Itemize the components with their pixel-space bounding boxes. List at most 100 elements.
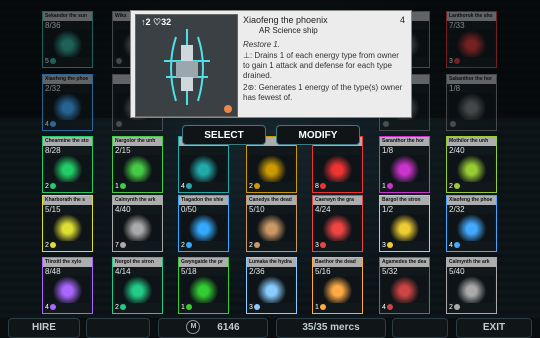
merc-card[interactable]: Chearmine the sto 8/28 2 [42,136,93,193]
merc-art-icon [449,93,494,120]
merc-detail-ability: Restore 1. [243,40,280,49]
merc-card[interactable]: Xiaofeng the phoe 2/32 4 [42,74,93,131]
merc-card-name: Sabanthor the hor [447,75,496,84]
merc-art-icon [249,155,294,182]
merc-card-name: Mothilor the unh [447,137,496,146]
merc-card[interactable]: Saranthor the hor 1/8 1 [379,136,430,193]
ability-line-2: 2⊛: Generates 1 energy of the type(s) ow… [243,83,403,102]
merc-card[interactable]: Kharborath the s 5/15 2 [42,195,93,252]
merc-card-cost: 4 [45,121,56,129]
merc-card[interactable]: Nargolor the unh 2/15 1 [112,136,163,193]
merc-card[interactable]: Sabanthor the hor 1/8 [446,74,497,131]
merc-card-stats: 4/40 [115,205,131,214]
merc-card-stats: 8/48 [45,267,61,276]
merc-card-name: Xiaofeng the phoe [447,196,496,205]
merc-card-cost: 5 [45,58,56,66]
ship-art-icon [136,15,237,116]
merc-card[interactable]: Canedys the dead 5/10 2 [246,195,297,252]
merc-card-cost [449,121,456,129]
merc-card[interactable]: Lumaka the hydra 2/36 3 [246,257,297,314]
merc-card-name: Chearmine the sto [43,137,92,146]
merc-card-stats: 2/32 [449,205,465,214]
merc-card-name: Norgol the stron [113,258,162,267]
merc-card-stats: 5/16 [315,267,331,276]
merc-art-icon [382,155,427,182]
ability-line-1: ⊥: Drains 1 of each energy type from own… [243,51,399,80]
exit-button[interactable]: EXIT [456,318,532,338]
merc-card[interactable]: Lanthorok the sho 7/33 3 [446,11,497,68]
modify-button[interactable]: MODIFY [276,125,360,145]
merc-card[interactable]: Tlinxitl the xylo 8/48 4 [42,257,93,314]
merc-card-stats: 5/10 [249,205,265,214]
merc-card-cost: 4 [449,242,460,250]
merc-art-icon [315,155,360,182]
bottom-bar: HIRE M 6146 35/35 mercs EXIT [0,318,540,338]
merc-card-cost: 2 [45,242,56,250]
merc-art-icon [249,214,294,241]
merc-card-stats: 5/18 [181,267,197,276]
merc-card-stats: 4/24 [315,205,331,214]
merc-card-name: Canedys the dead [247,196,296,205]
merc-card-name: Xiaofeng the phoe [43,75,92,84]
merc-card-cost: 3 [249,304,260,312]
merc-art-icon [181,214,226,241]
merc-card-name: Bargol the stron [380,196,429,205]
merc-art-icon [115,155,160,182]
merc-card-cost: 2 [45,183,56,191]
merc-card[interactable]: Sekandor the sun 8/36 5 [42,11,93,68]
merc-card-cost: 7 [115,242,126,250]
empty-slot-button [392,318,448,338]
merc-card[interactable]: Tiagadon the shie 0/50 2 [178,195,229,252]
merc-card-name: Agamedes the dea [380,258,429,267]
merc-card-name: Calmynth the ark [113,196,162,205]
merc-card-cost: 1 [315,304,326,312]
merc-card-cost: 4 [181,183,192,191]
merc-detail-description: ⊥: Drains 1 of each energy type from own… [243,51,407,105]
merc-card-name: Tiagadon the shie [179,196,228,205]
merc-card-name: Calmynth the ark [447,258,496,267]
merc-card-stats: 2/32 [45,84,61,93]
merc-art-icon [382,276,427,303]
merc-card-stats: 1/2 [382,205,394,214]
merc-card-cost: 2 [181,242,192,250]
merc-art-icon [115,276,160,303]
merc-card-cost: 2 [249,183,260,191]
merc-card-name: Kharborath the s [43,196,92,205]
merc-card-cost: 2 [449,304,460,312]
merc-art-icon [382,214,427,241]
select-button[interactable]: SELECT [182,125,266,145]
merc-card-stats: 2/40 [449,146,465,155]
merc-card[interactable]: Mothilor the unh 2/40 2 [446,136,497,193]
merc-art-icon [449,214,494,241]
merc-art-icon [45,214,90,241]
merc-card[interactable]: Calmynth the ark 4/40 7 [112,195,163,252]
merc-card[interactable]: Gwyngaide the pr 5/18 1 [178,257,229,314]
merc-card[interactable]: Caerwyn the gra 4/24 3 [312,195,363,252]
merc-card-stats: 7/33 [449,21,465,30]
merc-card-cost [382,121,389,129]
merc-detail-title: Xiaofeng the phoenix [243,15,328,25]
merc-detail-stats: ↑2 ♡32 [141,17,172,27]
merc-card-name: Sekandor the sun [43,12,92,21]
merc-card-stats: 0/50 [181,205,197,214]
merc-card[interactable]: Norgol the stron 4/14 2 [112,257,163,314]
merc-card-cost: 2 [249,242,260,250]
money-display: M 6146 [158,318,268,338]
merc-art-icon [181,276,226,303]
merc-card-cost: 1 [181,304,192,312]
merc-art-icon [315,276,360,303]
merc-card[interactable]: Baethor the dead 5/16 1 [312,257,363,314]
hire-button[interactable]: HIRE [8,318,80,338]
merc-card[interactable]: Bargol the stron 1/2 3 [379,195,430,252]
merc-card-name: Tlinxitl the xylo [43,258,92,267]
merc-card-name: Nargolor the unh [113,137,162,146]
mode-tabs: SELECT MODIFY [182,125,360,145]
merc-art-icon [45,276,90,303]
merc-card[interactable]: Agamedes the dea 5/32 4 [379,257,430,314]
merc-card-stats: 8/36 [45,21,61,30]
merc-card[interactable]: Calmynth the ark 5/40 2 [446,257,497,314]
merc-card[interactable]: Xiaofeng the phoe 2/32 4 [446,195,497,252]
merc-card-name: Lumaka the hydra [247,258,296,267]
merc-detail-panel: ↑2 ♡32 Xiaofeng the phoenix AR Science s… [130,10,412,118]
mercs-count: 35/35 mercs [276,318,386,338]
